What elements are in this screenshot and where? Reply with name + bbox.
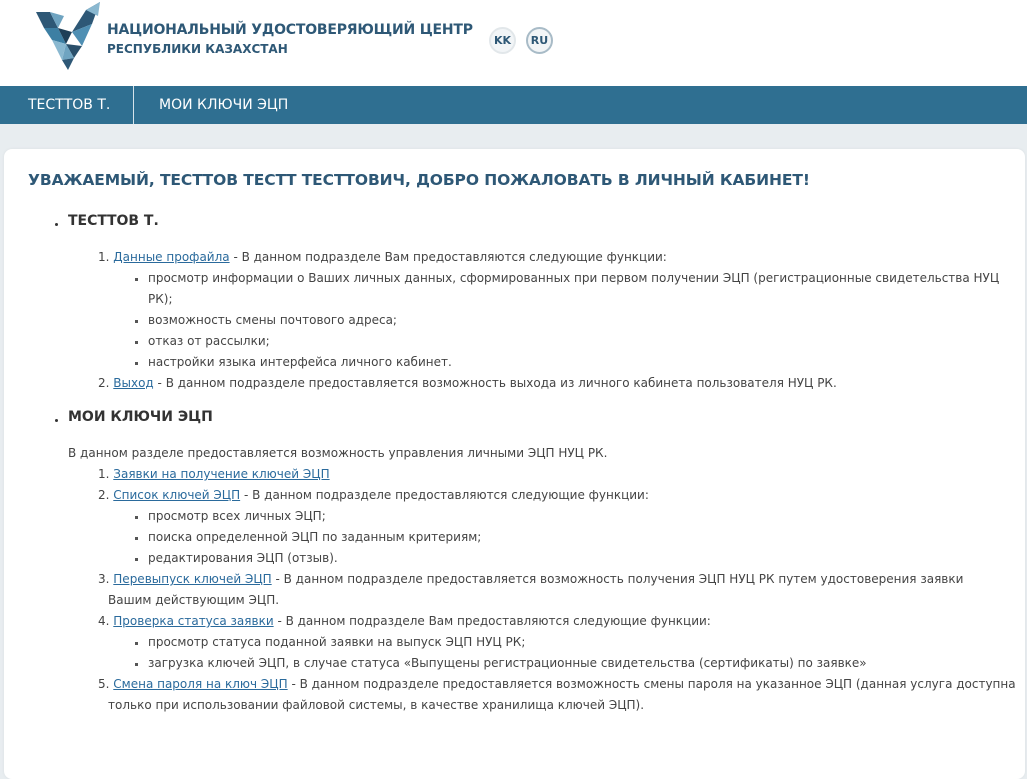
s2-item2-num: 2.: [98, 488, 110, 502]
s2-item2-text: - В данном подразделе предоставляются сл…: [240, 488, 649, 502]
s2-item5-num: 5.: [98, 677, 110, 691]
s1-item1-num: 1.: [98, 250, 110, 264]
main-navbar: ТЕСТТОВ Т. МОИ КЛЮЧИ ЭЦП: [0, 86, 1027, 124]
s2-item1-num: 1.: [98, 467, 110, 481]
s2-item3-line2: Вашим действующим ЭЦП.: [108, 593, 280, 607]
s2-sub1: просмотр всех личных ЭЦП;: [148, 509, 326, 523]
s2-sub1-bullet: [135, 516, 138, 519]
s1-sub4: настройки языка интерфейса личного кабин…: [148, 355, 452, 369]
welcome-heading: УВАЖАЕМЫЙ, ТЕСТТОВ ТЕСТТ ТЕСТТОВИЧ, ДОБР…: [28, 171, 810, 189]
s2-sub3: редактирования ЭЦП (отзыв).: [148, 551, 338, 565]
s2-sub5: загрузка ключей ЭЦП, в случае статуса «В…: [148, 656, 867, 670]
s1-sub3: отказ от рассылки;: [148, 334, 270, 348]
s1-item2-text: - В данном подразделе предоставляется во…: [153, 376, 837, 390]
logout-link[interactable]: Выход: [113, 376, 153, 390]
s2-sub5-bullet: [135, 663, 138, 666]
s2-sub4: просмотр статуса поданной заявки на выпу…: [148, 635, 526, 649]
header: НАЦИОНАЛЬНЫЙ УДОСТОВЕРЯЮЩИЙ ЦЕНТР РЕСПУБ…: [0, 0, 1027, 86]
s2-item4-text: - В данном подразделе Вам предоставляютс…: [273, 614, 711, 628]
request-status-link[interactable]: Проверка статуса заявки: [113, 614, 273, 628]
s1-item1-text: - В данном подразделе Вам предоставляютс…: [229, 250, 667, 264]
s1-item2: 2. Выход - В данном подразделе предостав…: [98, 376, 837, 390]
s1-sub2: возможность смены почтового адреса;: [148, 313, 397, 327]
s1-sub3-bullet: [135, 341, 138, 344]
s1-sub2-bullet: [135, 320, 138, 323]
s1-sub1-line2: РК);: [148, 292, 173, 306]
lang-ru-button[interactable]: RU: [526, 27, 553, 54]
nav-my-keys[interactable]: МОИ КЛЮЧИ ЭЦП: [134, 86, 288, 124]
key-requests-link[interactable]: Заявки на получение ключей ЭЦП: [113, 467, 329, 481]
key-list-link[interactable]: Список ключей ЭЦП: [113, 488, 240, 502]
section1-title: ТЕСТТОВ Т.: [68, 213, 159, 229]
nuc-logo-icon[interactable]: [36, 2, 102, 70]
org-name-line1: НАЦИОНАЛЬНЫЙ УДОСТОВЕРЯЮЩИЙ ЦЕНТР: [107, 22, 473, 38]
s1-item1: 1. Данные профайла - В данном подразделе…: [98, 250, 667, 264]
s2-intro: В данном разделе предоставляется возможн…: [68, 446, 608, 460]
change-password-link[interactable]: Смена пароля на ключ ЭЦП: [113, 677, 287, 691]
s1-sub4-bullet: [135, 362, 138, 365]
nav-user[interactable]: ТЕСТТОВ Т.: [0, 86, 134, 124]
org-name: НАЦИОНАЛЬНЫЙ УДОСТОВЕРЯЮЩИЙ ЦЕНТР РЕСПУБ…: [107, 22, 473, 56]
s2-item3: 3. Перевыпуск ключей ЭЦП - В данном подр…: [98, 572, 963, 586]
org-name-line2: РЕСПУБЛИКИ КАЗАХСТАН: [107, 42, 288, 56]
key-reissue-link[interactable]: Перевыпуск ключей ЭЦП: [113, 572, 271, 586]
s2-item4: 4. Проверка статуса заявки - В данном по…: [98, 614, 711, 628]
s2-item5-line2: только при использовании файловой систем…: [108, 698, 645, 712]
s1-sub1-bullet: [135, 278, 138, 281]
content-panel: УВАЖАЕМЫЙ, ТЕСТТОВ ТЕСТТ ТЕСТТОВИЧ, ДОБР…: [4, 149, 1025, 779]
s2-item1: 1. Заявки на получение ключей ЭЦП: [98, 467, 330, 481]
section2-bullet: [55, 419, 58, 422]
s2-item5-text: - В данном подразделе предоставляется во…: [287, 677, 1016, 691]
s2-sub3-bullet: [135, 558, 138, 561]
section1-bullet: [55, 223, 58, 226]
s1-sub1-line1: просмотр информации о Ваших личных данны…: [148, 271, 1000, 285]
s2-sub2: поиска определенной ЭЦП по заданным крит…: [148, 530, 482, 544]
s2-sub2-bullet: [135, 537, 138, 540]
section2-title: МОИ КЛЮЧИ ЭЦП: [68, 409, 213, 425]
s2-item4-num: 4.: [98, 614, 110, 628]
s1-item2-num: 2.: [98, 376, 110, 390]
s2-sub4-bullet: [135, 642, 138, 645]
lang-kk-button[interactable]: KK: [489, 27, 516, 54]
s2-item3-text: - В данном подразделе предоставляется во…: [271, 572, 964, 586]
s2-item2: 2. Список ключей ЭЦП - В данном подразде…: [98, 488, 649, 502]
s2-item3-num: 3.: [98, 572, 110, 586]
s2-item5: 5. Смена пароля на ключ ЭЦП - В данном п…: [98, 677, 1016, 691]
profile-data-link[interactable]: Данные профайла: [113, 250, 229, 264]
